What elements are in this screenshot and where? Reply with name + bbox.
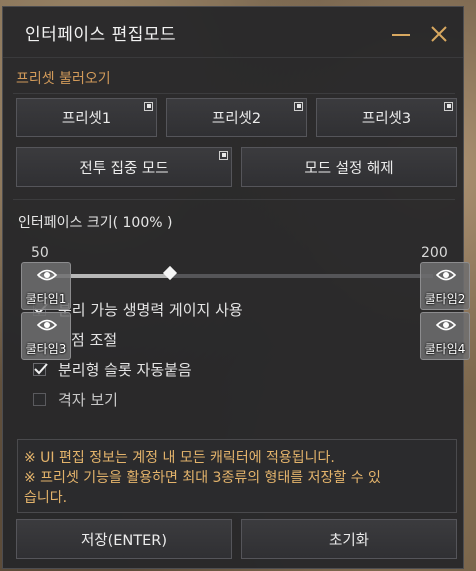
cooldown-slot-1[interactable]: 쿨타임1 [21, 262, 71, 310]
grid-view-label: 격자 보기 [58, 391, 118, 409]
title-bar: 인터페이스 편집모드 [3, 7, 463, 58]
eye-icon [436, 269, 456, 281]
save-button[interactable]: 저장(ENTER) [16, 519, 232, 559]
eye-icon [37, 269, 57, 281]
grid-view-option[interactable]: 격자 보기 [33, 389, 118, 410]
cooldown-slot-2[interactable]: 쿨타임2 [420, 262, 470, 310]
combat-focus-mode-button[interactable]: 전투 집중 모드 [16, 147, 232, 187]
divider [13, 199, 455, 200]
release-mode-button[interactable]: 모드 설정 해제 [241, 147, 457, 187]
minimize-icon[interactable] [389, 22, 413, 46]
window-title: 인터페이스 편집모드 [25, 25, 177, 45]
reset-button[interactable]: 초기화 [241, 519, 457, 559]
expand-corner-icon [144, 102, 153, 111]
interface-edit-panel: 인터페이스 편집모드 프리셋 불러오기 프리셋1 프리셋2 프리셋3 전투 집중… [2, 6, 470, 569]
cooldown-slot-4[interactable]: 쿨타임4 [420, 312, 470, 360]
auto-attach-label: 분리형 슬롯 자동붙음 [58, 361, 192, 379]
interface-size-slider[interactable] [38, 265, 433, 281]
auto-attach-checkbox[interactable] [33, 363, 48, 376]
cooldown-4-label: 쿨타임4 [424, 342, 466, 356]
expand-corner-icon [294, 102, 303, 111]
eye-icon [37, 319, 57, 331]
release-mode-label: 모드 설정 해제 [304, 160, 394, 177]
preset-section-label: 프리셋 불러오기 [16, 71, 111, 87]
close-icon[interactable] [427, 22, 451, 46]
preset-2-label: 프리셋2 [211, 111, 262, 127]
position-adjust-label: 점 조절 [71, 331, 118, 349]
auto-attach-option[interactable]: 분리형 슬롯 자동붙음 [33, 359, 192, 380]
info-line-3: 습니다. [24, 490, 68, 506]
preset-1-label: 프리셋1 [61, 111, 112, 127]
grid-view-checkbox[interactable] [33, 393, 46, 406]
interface-size-label: 인터페이스 크기( 100% ) [18, 215, 173, 231]
separable-hp-label: 분리 가능 생명력 게이지 사용 [58, 301, 243, 319]
info-notice-box: ※ UI 편집 정보는 계정 내 모든 캐릭터에 적용됩니다. ※ 프리셋 기능… [17, 439, 457, 513]
save-label: 저장(ENTER) [80, 532, 168, 549]
cooldown-1-label: 쿨타임1 [25, 292, 67, 306]
size-min-label: 50 [31, 245, 49, 261]
reset-label: 초기화 [328, 532, 370, 549]
combat-focus-mode-label: 전투 집중 모드 [79, 160, 169, 177]
preset-2-button[interactable]: 프리셋2 [166, 98, 307, 137]
cooldown-3-label: 쿨타임3 [25, 342, 67, 356]
info-line-1: ※ UI 편집 정보는 계정 내 모든 캐릭터에 적용됩니다. [24, 450, 335, 466]
section-label-partial: 점 조절 [71, 329, 117, 350]
preset-3-label: 프리셋3 [361, 111, 412, 127]
preset-1-button[interactable]: 프리셋1 [16, 98, 157, 137]
size-max-label: 200 [421, 245, 448, 261]
preset-3-button[interactable]: 프리셋3 [316, 98, 457, 137]
info-line-2: ※ 프리셋 기능을 활용하면 최대 3종류의 형태를 저장할 수 있 [24, 470, 381, 486]
expand-corner-icon [444, 102, 453, 111]
expand-corner-icon [219, 151, 228, 160]
divider [13, 93, 455, 94]
eye-icon [436, 319, 456, 331]
cooldown-slot-3[interactable]: 쿨타임3 [21, 312, 71, 360]
cooldown-2-label: 쿨타임2 [424, 292, 466, 306]
